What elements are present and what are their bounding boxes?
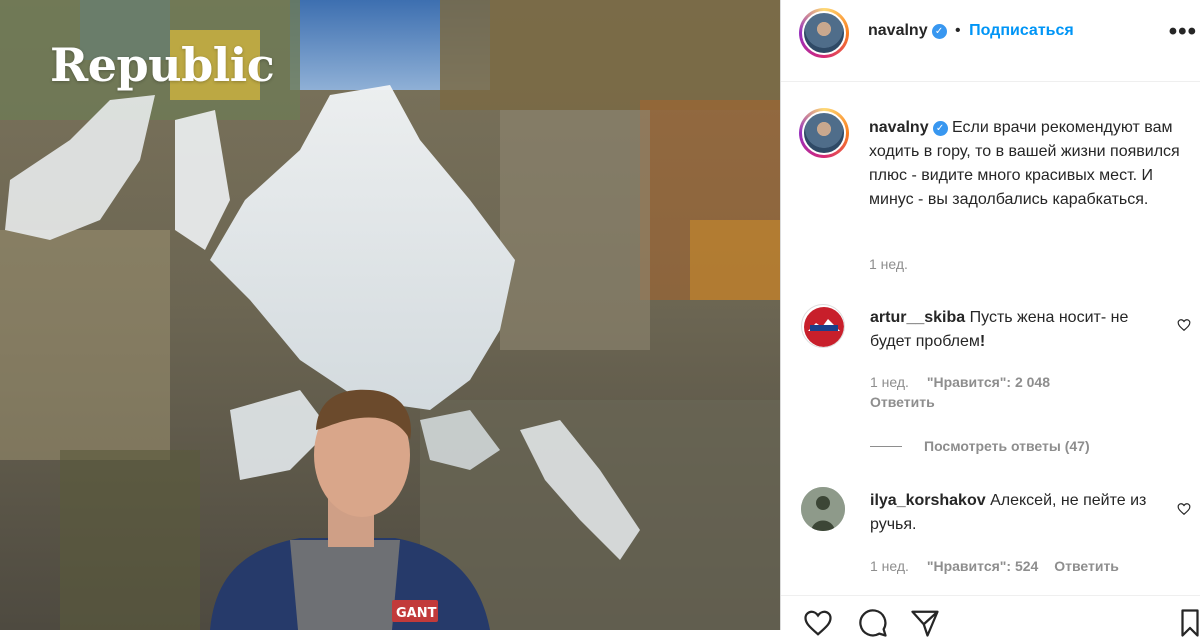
comment-time: 1 нед.	[870, 558, 909, 574]
verified-badge-icon: ✓	[931, 24, 947, 39]
comment-avatar-image	[804, 307, 844, 347]
author-username[interactable]: navalny	[868, 22, 928, 39]
comment-time: 1 нед.	[870, 374, 909, 390]
comment-meta: 1 нед. "Нравится": 2 048	[870, 374, 1050, 390]
view-replies-button[interactable]: Посмотреть ответы (47)	[924, 438, 1090, 454]
share-icon[interactable]	[909, 608, 941, 638]
caption-avatar[interactable]	[799, 108, 849, 158]
post-header: navalny ✓ • Подписаться •••	[781, 0, 1200, 82]
follow-button[interactable]: Подписаться	[969, 22, 1074, 39]
bookmark-icon[interactable]	[1179, 608, 1200, 638]
comment-like-heart-icon[interactable]	[1177, 318, 1191, 332]
post-photo: GANT Republic	[0, 0, 780, 630]
caption-time: 1 нед.	[869, 256, 908, 272]
separator-dot: •	[955, 22, 961, 39]
republic-logo: Republic	[50, 38, 275, 92]
author-avatar[interactable]	[799, 8, 849, 58]
replies-divider	[870, 446, 902, 447]
comment-likes[interactable]: "Нравится": 2 048	[927, 374, 1050, 390]
more-options-icon[interactable]: •••	[1169, 18, 1197, 46]
svg-text:GANT: GANT	[396, 606, 437, 621]
comment-username[interactable]: ilya_korshakov	[870, 492, 986, 509]
view-replies-label: Посмотреть ответы (47)	[924, 438, 1090, 454]
caption-block: navalny ✓ Если врачи рекомендуют вам ходи…	[869, 116, 1194, 212]
comment-text-emphasis: !	[979, 333, 986, 350]
comment-icon[interactable]	[857, 608, 889, 638]
comment-username[interactable]: artur__skiba	[870, 309, 965, 326]
post-header-line: navalny ✓ • Подписаться	[868, 22, 1074, 40]
comment-avatar[interactable]	[801, 487, 845, 531]
caption-username[interactable]: navalny	[869, 119, 929, 136]
comment-avatar-image	[801, 487, 845, 531]
comment-reply-button[interactable]: Ответить	[870, 394, 935, 410]
comment-meta: 1 нед. "Нравится": 524 Ответить	[870, 558, 1119, 574]
waterfall-scene: GANT	[0, 0, 780, 630]
comment-body: artur__skiba Пусть жена носит- не будет …	[870, 306, 1170, 354]
verified-badge-icon: ✓	[932, 121, 948, 136]
heart-icon[interactable]	[801, 608, 835, 638]
post-side-panel: navalny ✓ • Подписаться ••• navalny ✓ Если…	[780, 0, 1200, 637]
comment-reply-button[interactable]: Ответить	[1054, 558, 1119, 574]
post-actions-bar	[781, 595, 1200, 637]
comment-reply-label: Ответить	[870, 394, 935, 410]
comment-body: ilya_korshakov Алексей, не пейте из ручь…	[870, 489, 1150, 537]
comment-avatar[interactable]	[801, 304, 845, 348]
comment-like-heart-icon[interactable]	[1177, 502, 1191, 516]
comment-likes[interactable]: "Нравится": 524	[927, 558, 1038, 574]
